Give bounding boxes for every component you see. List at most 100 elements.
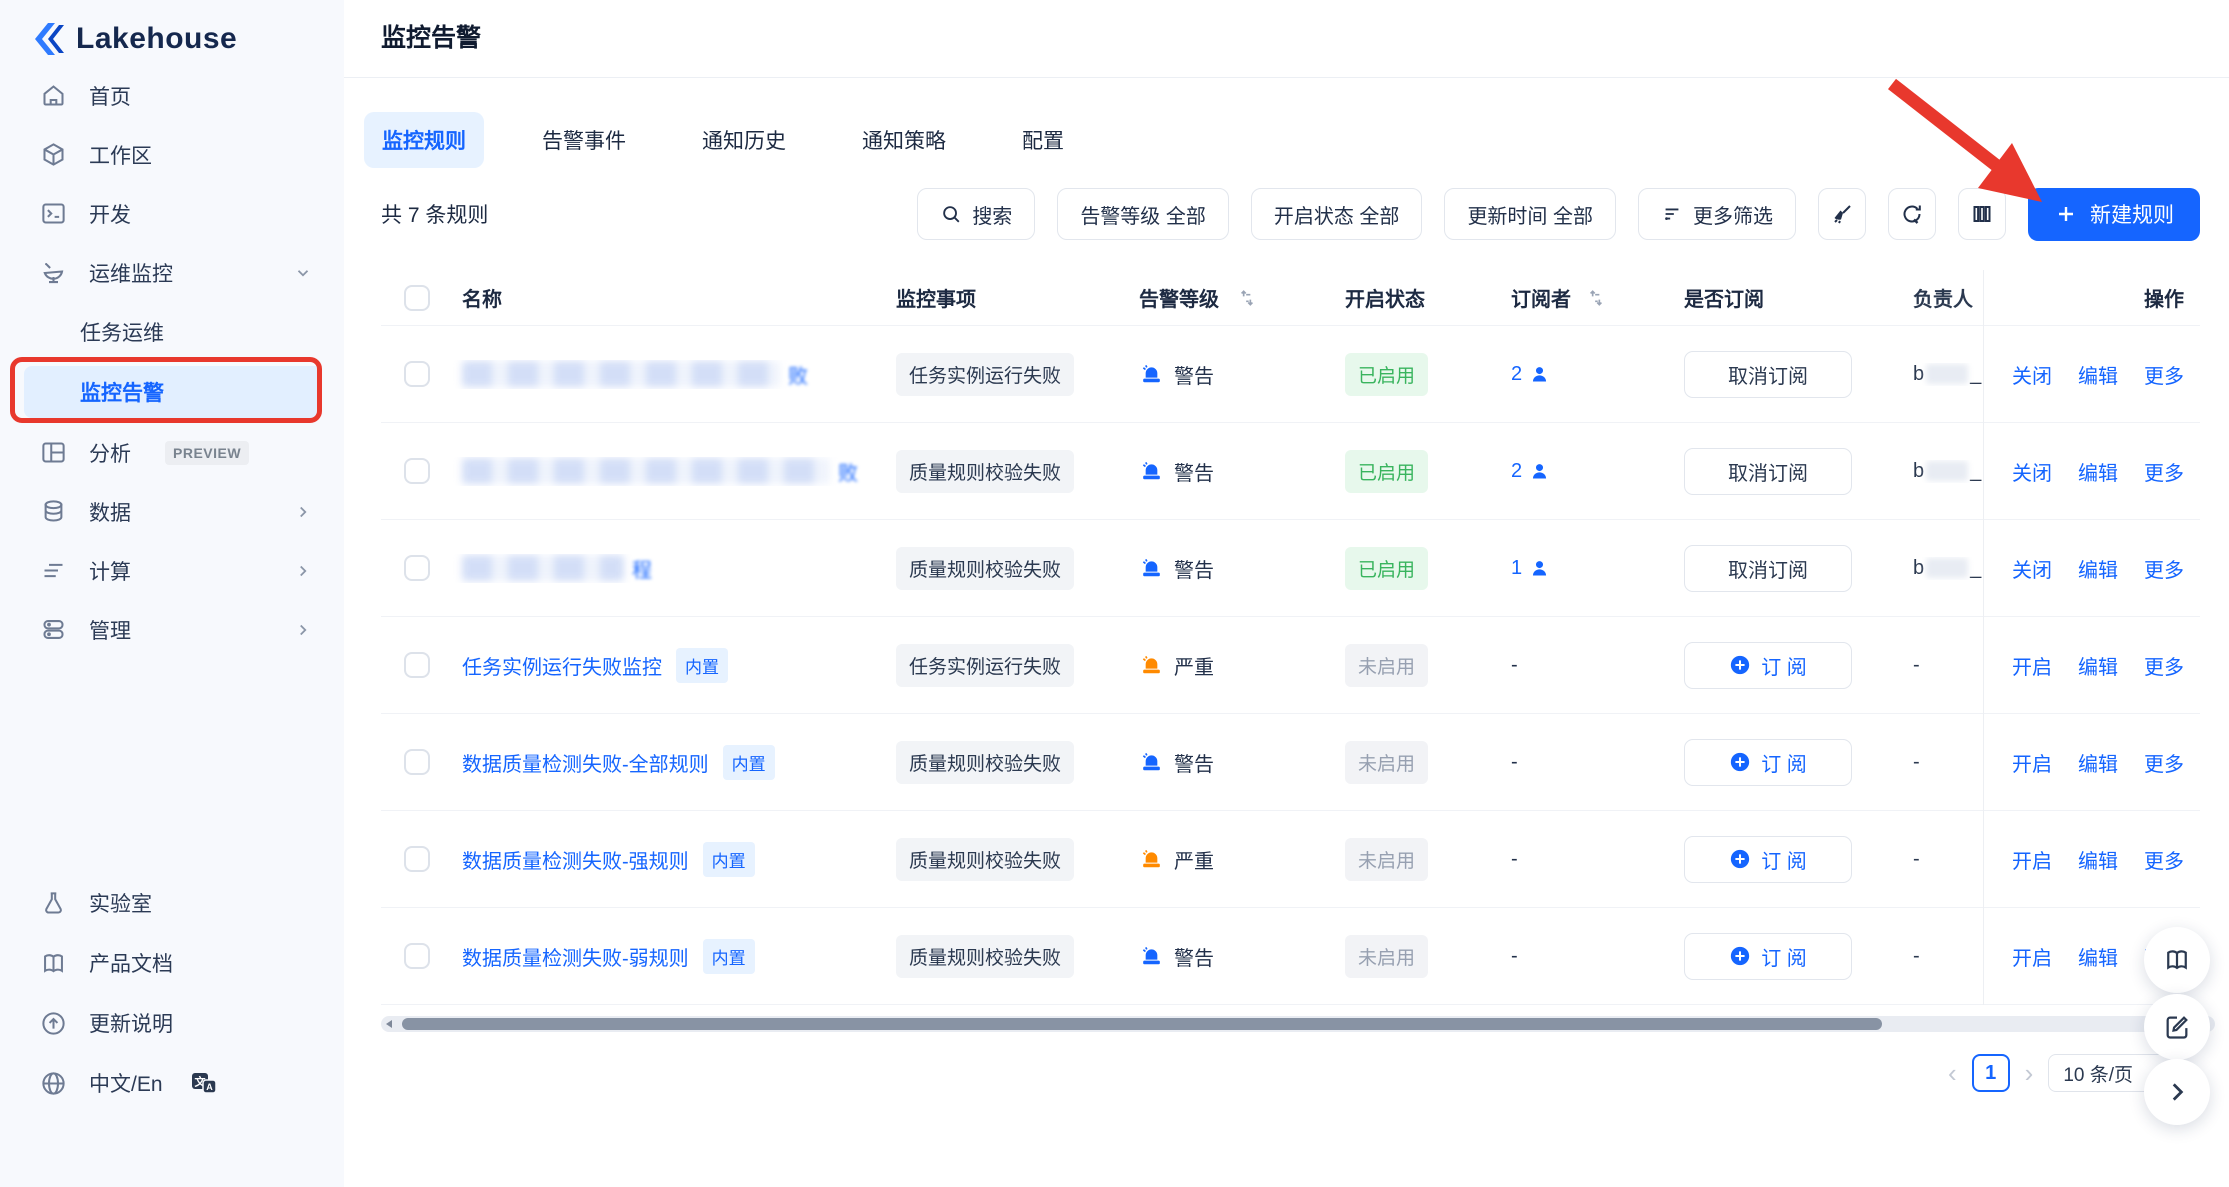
sidebar-item-ops-monitor[interactable]: 运维监控 xyxy=(0,243,344,302)
next-page-button[interactable]: › xyxy=(2025,1060,2034,1086)
feedback-float-button[interactable] xyxy=(2144,994,2210,1060)
action-edit[interactable]: 编辑 xyxy=(2078,457,2118,486)
select-all-checkbox[interactable] xyxy=(404,285,430,311)
action-more[interactable]: 更多 xyxy=(2144,457,2184,486)
action-enable[interactable]: 开启 xyxy=(2012,651,2052,680)
action-more[interactable]: 更多 xyxy=(2144,748,2184,777)
action-close[interactable]: 关闭 xyxy=(2012,457,2052,486)
filter-time-button[interactable]: 更新时间 全部 xyxy=(1444,188,1616,240)
subscriber-count[interactable]: 1 xyxy=(1511,557,1522,580)
alert-level: 警告 xyxy=(1119,942,1327,971)
tab-notify-history[interactable]: 通知历史 xyxy=(684,112,804,168)
create-rule-button[interactable]: 新建规则 xyxy=(2028,188,2200,241)
sidebar-item-analysis[interactable]: 分析 PREVIEW xyxy=(0,423,344,482)
tab-monitor-rules[interactable]: 监控规则 xyxy=(364,112,484,168)
row-checkbox[interactable] xyxy=(404,652,430,678)
unsubscribe-button[interactable]: 取消订阅 xyxy=(1684,351,1852,398)
action-enable[interactable]: 开启 xyxy=(2012,748,2052,777)
rule-name-redacted[interactable] xyxy=(462,458,830,484)
rule-name-link[interactable]: 数据质量检测失败-弱规则 xyxy=(462,942,689,971)
row-checkbox[interactable] xyxy=(404,943,430,969)
action-close[interactable]: 关闭 xyxy=(2012,360,2052,389)
tab-notify-policy[interactable]: 通知策略 xyxy=(844,112,964,168)
sidebar-item-lab[interactable]: 实验室 xyxy=(0,873,344,933)
unsubscribe-button[interactable]: 取消订阅 xyxy=(1684,448,1852,495)
row-checkbox[interactable] xyxy=(404,458,430,484)
sidebar-item-manage[interactable]: 管理 xyxy=(0,600,344,659)
docs-float-button[interactable] xyxy=(2144,927,2210,993)
sort-icon[interactable] xyxy=(1237,288,1257,308)
row-checkbox[interactable] xyxy=(404,749,430,775)
subscribe-button[interactable]: 订 阅 xyxy=(1684,836,1852,883)
sidebar-item-data[interactable]: 数据 xyxy=(0,482,344,541)
rule-name-link[interactable]: 数据质量检测失败-全部规则 xyxy=(462,748,709,777)
layout-icon xyxy=(40,439,67,466)
sidebar-item-compute[interactable]: 计算 xyxy=(0,541,344,600)
sidebar-item-docs[interactable]: 产品文档 xyxy=(0,933,344,993)
horizontal-scrollbar[interactable] xyxy=(381,1016,2215,1032)
action-enable[interactable]: 开启 xyxy=(2012,942,2052,971)
prev-page-button[interactable]: ‹ xyxy=(1948,1060,1957,1086)
action-more[interactable]: 更多 xyxy=(2144,845,2184,874)
filter-status-button[interactable]: 开启状态 全部 xyxy=(1251,188,1423,240)
column-settings-button[interactable] xyxy=(1958,188,2006,240)
status-badge: 已启用 xyxy=(1345,547,1428,590)
filter-level-button[interactable]: 告警等级 全部 xyxy=(1057,188,1229,240)
chevron-down-icon xyxy=(294,264,312,282)
scrollbar-thumb[interactable] xyxy=(402,1018,1882,1030)
refresh-button[interactable] xyxy=(1888,188,1936,240)
rule-name-redacted[interactable] xyxy=(462,555,624,581)
subscribe-button[interactable]: 订 阅 xyxy=(1684,642,1852,689)
expand-float-button[interactable] xyxy=(2144,1059,2210,1125)
header-divider xyxy=(344,77,2229,78)
action-close[interactable]: 关闭 xyxy=(2012,554,2052,583)
book-icon xyxy=(2163,946,2191,974)
subscribe-button[interactable]: 订 阅 xyxy=(1684,739,1852,786)
action-edit[interactable]: 编辑 xyxy=(2078,651,2118,680)
action-edit[interactable]: 编辑 xyxy=(2078,748,2118,777)
tab-alert-events[interactable]: 告警事件 xyxy=(524,112,644,168)
sidebar-footer: 实验室 产品文档 更新说明 中文/En 文A xyxy=(0,873,344,1113)
unsubscribe-button[interactable]: 取消订阅 xyxy=(1684,545,1852,592)
action-edit[interactable]: 编辑 xyxy=(2078,942,2118,971)
tab-config[interactable]: 配置 xyxy=(1004,112,1082,168)
sort-icon[interactable] xyxy=(1586,288,1606,308)
sidebar-item-develop[interactable]: 开发 xyxy=(0,184,344,243)
sidebar-item-task-ops[interactable]: 任务运维 xyxy=(0,302,344,361)
sidebar-item-monitor-alert-wrap: 监控告警 xyxy=(0,361,344,423)
monitor-item-tag: 质量规则校验失败 xyxy=(896,935,1074,978)
terminal-icon xyxy=(40,200,67,227)
subscriber-count[interactable]: 2 xyxy=(1511,460,1522,483)
sidebar-item-home[interactable]: 首页 xyxy=(0,66,344,125)
action-edit[interactable]: 编辑 xyxy=(2078,845,2118,874)
sidebar-item-language[interactable]: 中文/En 文A xyxy=(0,1053,344,1113)
alert-level: 严重 xyxy=(1119,651,1327,680)
action-more[interactable]: 更多 xyxy=(2144,554,2184,583)
rule-name-redacted[interactable] xyxy=(462,361,780,387)
action-enable[interactable]: 开启 xyxy=(2012,845,2052,874)
search-button[interactable]: 搜索 xyxy=(917,188,1035,240)
subscribe-button[interactable]: 订 阅 xyxy=(1684,933,1852,980)
sidebar-item-workspace[interactable]: 工作区 xyxy=(0,125,344,184)
sidebar-item-monitor-alert[interactable]: 监控告警 xyxy=(24,366,322,418)
rule-name-link[interactable]: 数据质量检测失败-强规则 xyxy=(462,845,689,874)
subscriber-count[interactable]: 2 xyxy=(1511,363,1522,386)
action-edit[interactable]: 编辑 xyxy=(2078,554,2118,583)
clear-filters-button[interactable] xyxy=(1818,188,1866,240)
current-page[interactable]: 1 xyxy=(1972,1054,2010,1092)
toolbar: 共 7 条规则 搜索 告警等级 全部 开启状态 全部 更新时间 全部 更多筛选 xyxy=(381,186,2200,242)
circle-plus-icon xyxy=(1729,848,1751,870)
rule-name-link[interactable]: 任务实例运行失败监控 xyxy=(462,651,662,680)
row-checkbox[interactable] xyxy=(404,555,430,581)
row-checkbox[interactable] xyxy=(404,361,430,387)
sidebar-item-updates[interactable]: 更新说明 xyxy=(0,993,344,1053)
table-row: 数据质量检测失败-全部规则内置 质量规则校验失败 警告 未启用 - 订 阅 - … xyxy=(381,714,2200,811)
action-more[interactable]: 更多 xyxy=(2144,360,2184,389)
action-more[interactable]: 更多 xyxy=(2144,651,2184,680)
action-edit[interactable]: 编辑 xyxy=(2078,360,2118,389)
status-badge: 未启用 xyxy=(1345,935,1428,978)
more-filters-button[interactable]: 更多筛选 xyxy=(1638,188,1796,240)
table-row: 数据质量检测失败-强规则内置 质量规则校验失败 严重 未启用 - 订 阅 - 开… xyxy=(381,811,2200,908)
scroll-left-arrow-icon[interactable] xyxy=(384,1019,394,1029)
row-checkbox[interactable] xyxy=(404,846,430,872)
